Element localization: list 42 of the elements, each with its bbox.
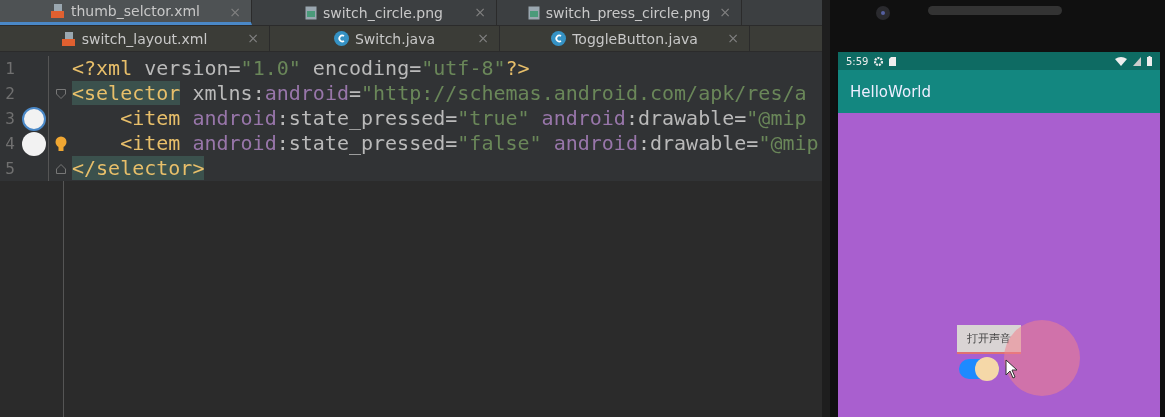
battery-icon [1147, 56, 1152, 66]
xml-file-icon [61, 31, 76, 46]
line-number: 4 [4, 134, 16, 153]
code-line: <item android:state_pressed="false" android:drawable="@mip [119, 131, 819, 156]
fold-icon[interactable] [55, 88, 66, 99]
cursor-icon [1005, 359, 1019, 379]
editor-tab[interactable]: switch_press_circle.png × [497, 0, 742, 25]
gear-icon [874, 56, 884, 66]
editor-tab[interactable]: switch_circle.png × [252, 0, 497, 25]
toggle-button[interactable]: 打开声音 [957, 325, 1021, 354]
image-file-icon [305, 5, 317, 20]
app-title: HelloWorld [850, 82, 931, 101]
class-icon [333, 31, 349, 46]
line-number: 1 [4, 59, 16, 78]
close-icon[interactable]: × [727, 30, 739, 46]
image-file-icon [527, 5, 540, 20]
camera-icon [876, 6, 890, 20]
line-number: 3 [4, 109, 16, 128]
code-line: <selector xmlns:android="http://schemas.android.com/apk/res/a [72, 81, 807, 106]
circle-preview-icon [22, 131, 46, 156]
xml-file-icon [50, 4, 65, 18]
switch[interactable] [959, 359, 999, 379]
editor-tab[interactable]: switch_layout.xml × [0, 26, 270, 51]
code-line: <item android:state_pressed="true" android:drawable="@mip [119, 106, 807, 131]
wifi-icon [1115, 56, 1127, 66]
class-icon [551, 31, 567, 46]
signal-icon [1133, 56, 1141, 66]
editor-tab[interactable]: ToggleButton.java × [500, 26, 750, 51]
close-icon[interactable]: × [474, 4, 486, 20]
status-time: 5:59 [846, 55, 869, 67]
sd-card-icon [889, 56, 897, 66]
close-icon[interactable]: × [719, 4, 731, 20]
close-icon[interactable]: × [477, 30, 489, 46]
line-number: 2 [4, 84, 16, 103]
fold-icon[interactable] [55, 163, 66, 174]
editor-tab[interactable]: Switch.java × [270, 26, 500, 51]
close-icon[interactable]: × [247, 30, 259, 46]
lightbulb-icon[interactable] [54, 135, 67, 152]
editor-tab[interactable]: thumb_selctor.xml × [0, 0, 252, 25]
line-number: 5 [4, 159, 16, 178]
circle-preview-icon [22, 106, 46, 131]
code-line: <?xml version="1.0" encoding="utf-8"?> [72, 56, 530, 81]
